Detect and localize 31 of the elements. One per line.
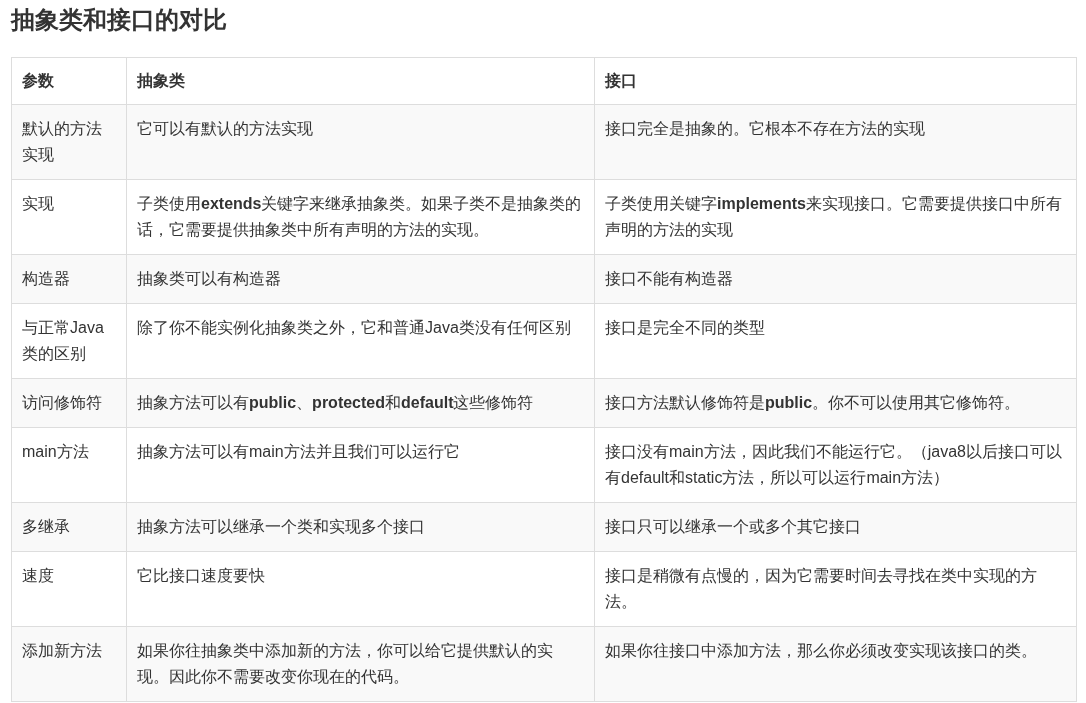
table-cell: 抽象方法可以有public、protected和default这些修饰符: [126, 378, 595, 428]
table-cell: 接口是完全不同的类型: [594, 303, 1077, 379]
table-cell: 子类使用extends关键字来继承抽象类。如果子类不是抽象类的话，它需要提供抽象类中所有声明的方法的实现。: [126, 179, 595, 255]
table-cell: 它可以有默认的方法实现: [126, 104, 595, 180]
table-cell: 抽象方法可以继承一个类和实现多个接口: [126, 502, 595, 552]
table-cell: 与正常Java类的区别: [11, 303, 127, 379]
table-cell: 添加新方法: [11, 626, 127, 702]
table-cell: 抽象类可以有构造器: [126, 254, 595, 304]
table-cell: 默认的方法实现: [11, 104, 127, 180]
table-cell: 如果你往抽象类中添加新的方法，你可以给它提供默认的实现。因此你不需要改变你现在的代码。: [126, 626, 595, 702]
table-cell: 接口不能有构造器: [594, 254, 1077, 304]
table-cell: 抽象方法可以有main方法并且我们可以运行它: [126, 427, 595, 503]
table-cell: 接口没有main方法，因此我们不能运行它。（java8以后接口可以有default和static方法，所以可以运行main方法）: [594, 427, 1077, 503]
table-cell: 接口是稍微有点慢的，因为它需要时间去寻找在类中实现的方法。: [594, 551, 1077, 627]
table-cell: 访问修饰符: [11, 378, 127, 428]
table-cell: 实现: [11, 179, 127, 255]
table-cell: 子类使用关键字implements来实现接口。它需要提供接口中所有声明的方法的实现: [594, 179, 1077, 255]
column-header: 参数: [11, 57, 127, 105]
table-cell: 接口方法默认修饰符是public。你不可以使用其它修饰符。: [594, 378, 1077, 428]
table-cell: 如果你往接口中添加方法，那么你必须改变实现该接口的类。: [594, 626, 1077, 702]
column-header: 抽象类: [126, 57, 595, 105]
column-header: 接口: [594, 57, 1077, 105]
table-cell: 速度: [11, 551, 127, 627]
table-cell: 接口只可以继承一个或多个其它接口: [594, 502, 1077, 552]
table-cell: 除了你不能实例化抽象类之外，它和普通Java类没有任何区别: [126, 303, 595, 379]
page-title: 抽象类和接口的对比: [11, 5, 227, 35]
table-cell: 它比接口速度要快: [126, 551, 595, 627]
table-cell: 构造器: [11, 254, 127, 304]
table-cell: main方法: [11, 427, 127, 503]
table-cell: 接口完全是抽象的。它根本不存在方法的实现: [594, 104, 1077, 180]
table-cell: 多继承: [11, 502, 127, 552]
